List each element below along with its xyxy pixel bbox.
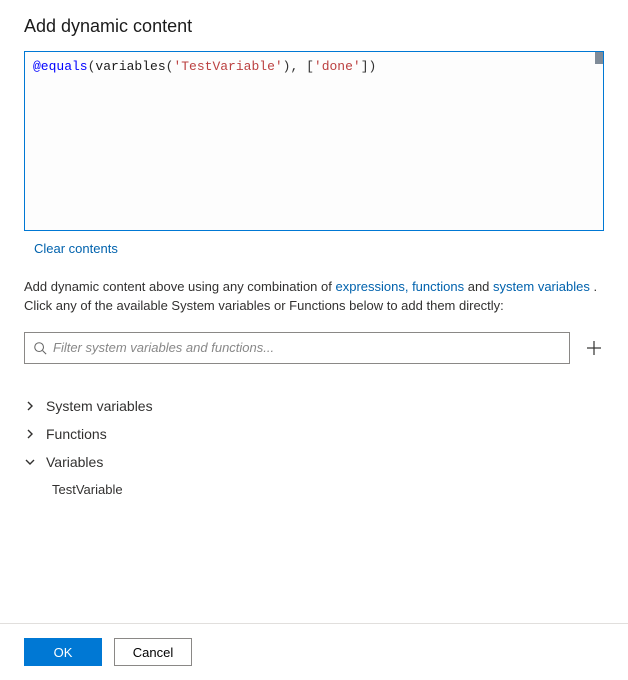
help-text: Add dynamic content above using any comb…: [24, 278, 604, 316]
clear-contents-link[interactable]: Clear contents: [34, 241, 118, 256]
tree-group-functions[interactable]: Functions: [24, 420, 604, 448]
expr-token: 'done': [314, 59, 361, 74]
expr-token: ), [: [283, 59, 314, 74]
add-button[interactable]: [584, 338, 604, 358]
tree-group-label: Variables: [46, 454, 103, 470]
tree-group-system-variables[interactable]: System variables: [24, 392, 604, 420]
page-title: Add dynamic content: [24, 16, 604, 37]
expression-editor[interactable]: @equals(variables('TestVariable'), ['don…: [24, 51, 604, 231]
tree-group-label: Functions: [46, 426, 107, 442]
footer: OK Cancel: [0, 623, 628, 680]
chevron-down-icon: [24, 456, 36, 468]
chevron-right-icon: [24, 428, 36, 440]
filter-input[interactable]: [53, 340, 561, 355]
tree-leaf[interactable]: TestVariable: [24, 476, 604, 503]
plus-icon: [586, 340, 602, 356]
filter-box[interactable]: [24, 332, 570, 364]
search-icon: [33, 341, 47, 355]
tree: System variables Functions Variables TestVa…: [24, 392, 604, 503]
tree-group-label: System variables: [46, 398, 153, 414]
chevron-right-icon: [24, 400, 36, 412]
cancel-button[interactable]: Cancel: [114, 638, 192, 666]
expressions-functions-link[interactable]: expressions, functions: [335, 279, 464, 294]
expr-token: variables: [95, 59, 165, 74]
help-mid: and: [464, 279, 493, 294]
ok-button[interactable]: OK: [24, 638, 102, 666]
expr-token: @equals: [33, 59, 88, 74]
tree-group-variables[interactable]: Variables: [24, 448, 604, 476]
expr-token: ]): [361, 59, 377, 74]
help-pre: Add dynamic content above using any comb…: [24, 279, 335, 294]
system-variables-link[interactable]: system variables: [493, 279, 590, 294]
expr-token: 'TestVariable': [173, 59, 282, 74]
